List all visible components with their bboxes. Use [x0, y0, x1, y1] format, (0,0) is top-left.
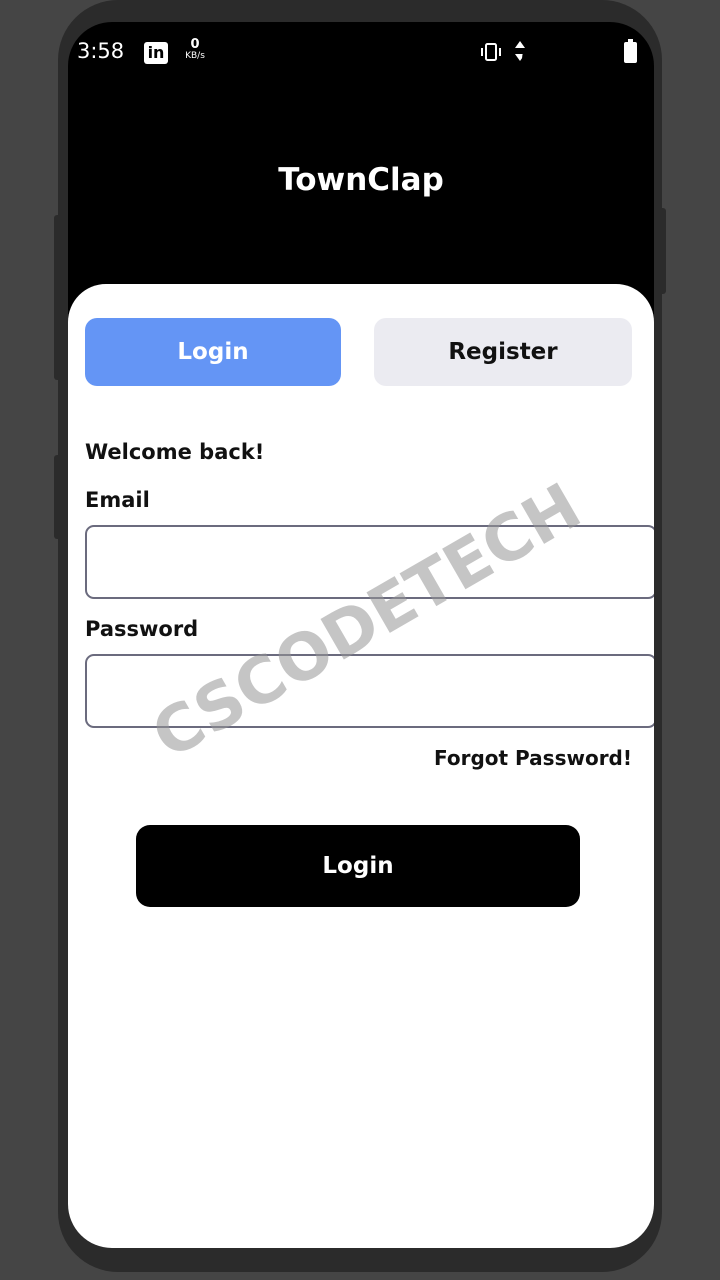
- network-speed: 0 KB/s: [180, 38, 210, 61]
- status-bar: 3:58 in 0 KB/s: [68, 22, 654, 82]
- password-field[interactable]: [85, 654, 654, 728]
- forgot-password-link[interactable]: Forgot Password!: [434, 746, 632, 770]
- app-title: TownClap: [278, 162, 444, 198]
- login-button[interactable]: Login: [136, 825, 580, 907]
- camera-cutout: [522, 38, 620, 80]
- tab-login[interactable]: Login: [85, 318, 341, 386]
- network-speed-unit: KB/s: [185, 51, 205, 61]
- password-label: Password: [85, 617, 199, 641]
- auth-card: Login Register Welcome back! Email Passw…: [68, 284, 654, 1248]
- network-speed-value: 0: [190, 37, 200, 52]
- linkedin-icon: in: [144, 42, 168, 64]
- email-field[interactable]: [85, 525, 654, 599]
- battery-icon: [624, 39, 637, 63]
- status-time: 3:58: [77, 39, 125, 63]
- phone-screen: 3:58 in 0 KB/s TownClap Login Register W…: [68, 22, 654, 1248]
- welcome-heading: Welcome back!: [85, 440, 265, 464]
- vibrate-icon: [481, 43, 501, 61]
- tab-register[interactable]: Register: [374, 318, 632, 386]
- email-label: Email: [85, 488, 150, 512]
